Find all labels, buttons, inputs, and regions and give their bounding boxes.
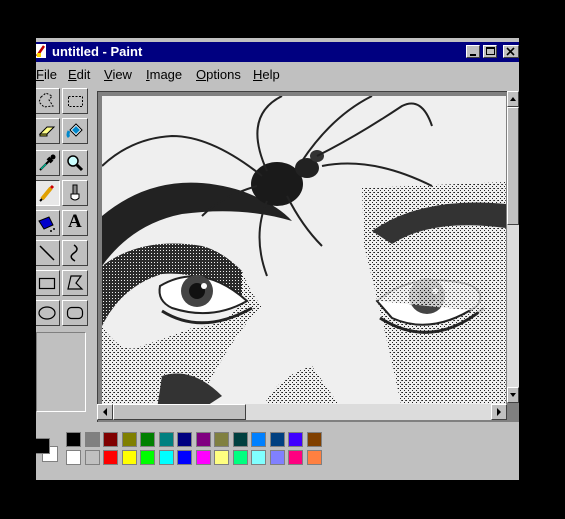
tool-line[interactable] [36, 240, 60, 266]
text-icon: A [68, 211, 82, 232]
tool-free-form-select[interactable] [36, 88, 60, 114]
close-button[interactable] [503, 45, 519, 58]
curve-icon [70, 244, 78, 262]
color-swatch[interactable] [103, 450, 118, 465]
color-swatch[interactable] [214, 432, 229, 447]
canvas-image [102, 96, 506, 409]
color-swatch[interactable] [140, 432, 155, 447]
vertical-scroll-thumb[interactable] [507, 107, 519, 225]
color-palette [36, 432, 519, 472]
tool-pencil[interactable] [36, 180, 60, 206]
paint-app-icon [36, 44, 46, 58]
color-swatch[interactable] [66, 432, 81, 447]
tool-options-box[interactable] [36, 332, 86, 412]
menu-view[interactable]: View [104, 67, 132, 82]
menu-options[interactable]: Options [196, 67, 241, 82]
scroll-left-button[interactable] [97, 404, 113, 420]
color-swatch[interactable] [177, 432, 192, 447]
tool-select[interactable] [62, 88, 88, 114]
magnifier-icon [67, 155, 84, 172]
tool-text[interactable]: A [62, 210, 88, 236]
scroll-down-button[interactable] [507, 387, 519, 403]
tool-ellipse[interactable] [36, 300, 60, 326]
color-swatch[interactable] [288, 432, 303, 447]
drawing-canvas[interactable] [102, 96, 506, 409]
horizontal-scrollbar[interactable] [97, 404, 507, 420]
scroll-right-button[interactable] [491, 404, 507, 420]
color-swatch[interactable] [158, 432, 174, 447]
polygon-icon [67, 275, 84, 290]
color-swatch[interactable] [232, 432, 248, 447]
color-swatch[interactable] [269, 432, 285, 447]
tool-rectangle[interactable] [36, 270, 60, 296]
color-swatch[interactable] [195, 432, 211, 447]
rounded-rectangle-icon [66, 306, 84, 320]
select-icon [68, 96, 83, 107]
color-swatch[interactable] [251, 450, 266, 465]
fill-with-color-icon [66, 123, 83, 139]
tool-pick-color[interactable] [36, 150, 60, 176]
pick-color-icon [39, 154, 56, 171]
toolbox: A [36, 88, 96, 418]
menu-edit[interactable]: Edit [68, 67, 90, 82]
color-swatch[interactable] [140, 450, 155, 465]
current-colors[interactable] [36, 432, 62, 468]
free-form-select-icon [38, 92, 54, 108]
rectangle-icon [38, 277, 56, 290]
minimize-icon [470, 54, 476, 56]
arrow-left-icon [103, 408, 107, 416]
arrow-right-icon [497, 408, 501, 416]
foreground-color-swatch [36, 438, 50, 454]
color-swatch[interactable] [195, 450, 211, 465]
paint-window: untitled - Paint File Edit View Image Op… [36, 38, 519, 480]
minimize-button[interactable] [466, 45, 480, 58]
color-swatch[interactable] [121, 450, 137, 465]
tool-fill[interactable] [62, 118, 88, 144]
line-icon [39, 245, 55, 261]
maximize-icon [486, 47, 495, 55]
pencil-icon [39, 184, 55, 202]
menu-help[interactable]: Help [253, 67, 280, 82]
ellipse-icon [38, 306, 56, 320]
menu-bar: File Edit View Image Options Help [36, 64, 519, 84]
color-swatch[interactable] [269, 450, 285, 465]
vertical-scrollbar[interactable] [507, 91, 519, 403]
color-swatch[interactable] [103, 432, 118, 447]
arrow-up-icon [510, 97, 516, 101]
color-swatch[interactable] [66, 450, 81, 465]
tool-magnifier[interactable] [62, 150, 88, 176]
brush-icon [70, 184, 80, 201]
tool-eraser[interactable] [36, 118, 60, 144]
canvas-area [97, 91, 519, 422]
color-swatch[interactable] [214, 450, 229, 465]
color-swatch[interactable] [306, 432, 322, 447]
color-swatch[interactable] [251, 432, 266, 447]
arrow-down-icon [510, 393, 516, 397]
maximize-button[interactable] [483, 45, 497, 58]
color-swatch[interactable] [158, 450, 174, 465]
color-swatch[interactable] [84, 450, 100, 465]
color-swatch[interactable] [84, 432, 100, 447]
tool-brush[interactable] [62, 180, 88, 206]
color-swatch[interactable] [232, 450, 248, 465]
eraser-icon [38, 126, 56, 137]
tool-curve[interactable] [62, 240, 88, 266]
horizontal-scroll-thumb[interactable] [113, 404, 246, 420]
tool-airbrush[interactable] [36, 210, 60, 236]
menu-image[interactable]: Image [146, 67, 182, 82]
airbrush-icon [38, 216, 55, 232]
menu-file[interactable]: File [36, 67, 57, 82]
color-swatch[interactable] [177, 450, 192, 465]
tool-polygon[interactable] [62, 270, 88, 296]
title-bar[interactable]: untitled - Paint [36, 42, 519, 62]
close-icon [506, 47, 515, 56]
window-title: untitled - Paint [52, 44, 143, 59]
color-swatch[interactable] [288, 450, 303, 465]
color-swatch[interactable] [121, 432, 137, 447]
color-swatch[interactable] [306, 450, 322, 465]
scroll-up-button[interactable] [507, 91, 519, 107]
tool-rounded-rectangle[interactable] [62, 300, 88, 326]
